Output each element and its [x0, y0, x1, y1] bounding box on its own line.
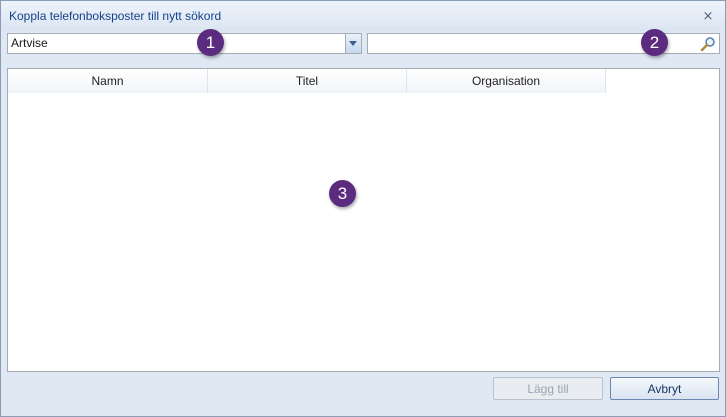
dialog-title: Koppla telefonboksposter till nytt sökor… [9, 9, 222, 23]
results-grid[interactable]: Namn Titel Organisation [7, 68, 720, 372]
button-bar: Lägg till Avbryt [1, 372, 725, 416]
filter-combo[interactable]: Artvise [7, 33, 362, 54]
callout-badge-3: 3 [329, 180, 356, 207]
title-bar: Koppla telefonboksposter till nytt sökor… [1, 1, 725, 31]
column-header-titel[interactable]: Titel [208, 69, 407, 93]
column-header-organisation[interactable]: Organisation [407, 69, 606, 93]
close-icon[interactable]: ⨯ [701, 9, 715, 23]
column-header-namn[interactable]: Namn [8, 69, 208, 93]
filter-combo-value: Artvise [11, 36, 48, 50]
magnifier-icon[interactable] [700, 36, 716, 52]
dropdown-button[interactable] [345, 34, 361, 53]
callout-badge-1: 1 [197, 29, 224, 56]
chevron-down-icon [349, 41, 357, 46]
add-button[interactable]: Lägg till [493, 377, 603, 400]
callout-badge-2: 2 [641, 29, 668, 56]
cancel-button[interactable]: Avbryt [610, 377, 719, 400]
dialog-window: Koppla telefonboksposter till nytt sökor… [0, 0, 726, 417]
grid-header: Namn Titel Organisation [8, 69, 606, 93]
